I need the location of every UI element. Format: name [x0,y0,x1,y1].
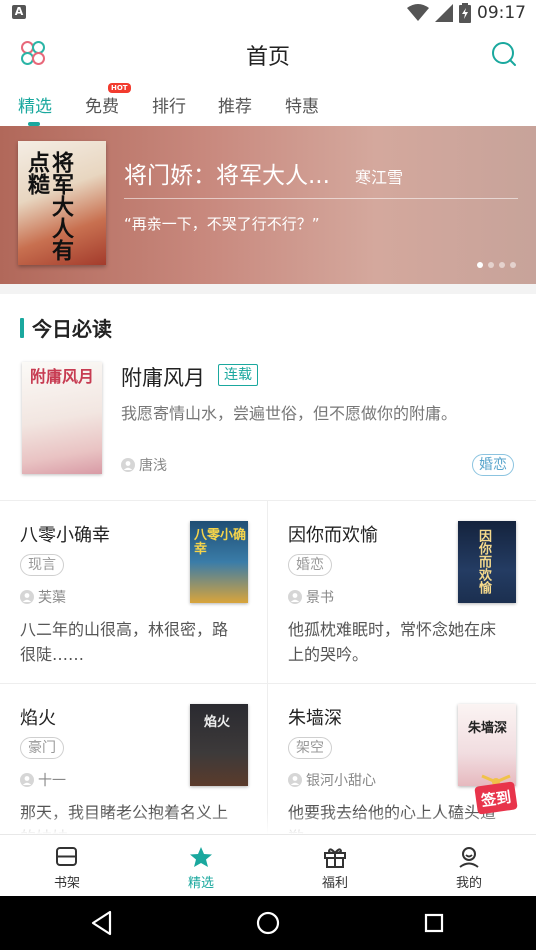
clock: 09:17 [477,3,526,23]
banner-book-title[interactable]: 将门娇：将军大人... [124,156,330,190]
featured-book-author: 唐浅 [121,455,167,475]
genre-tag[interactable]: 架空 [288,737,332,759]
author-icon [288,773,302,787]
gift-box-icon: 签到 [474,774,518,815]
book-title[interactable]: 因你而欢愉 [288,521,378,547]
featured-book-title[interactable]: 附庸风月 [121,362,205,392]
back-icon[interactable] [88,909,116,937]
status-bar: A 09:17 [0,0,536,26]
book-title[interactable]: 朱墙深 [288,704,342,730]
cover-text: 焰火 [204,715,231,730]
genre-tag[interactable]: 现言 [20,554,64,576]
section-title: 今日必读 [32,317,112,341]
author-icon [288,590,302,604]
banner-author: 寒江雪 [355,168,404,187]
banner-divider [124,198,518,199]
screen: A 09:17 首页 精选 免费 HOT 排行 推荐 特惠 将军大人有点糙 将门… [0,0,536,950]
app-header: 首页 [0,26,536,82]
banner-quote: “再亲一下，不哭了行不行？” [124,215,320,233]
section-spacer [0,284,536,294]
genre-tag[interactable]: 婚恋 [288,554,332,576]
author-name: 唐浅 [139,458,167,474]
carousel-dot [499,262,505,268]
tab-featured[interactable]: 精选 [18,92,52,117]
recents-icon[interactable] [420,909,448,937]
nav-item-featured[interactable]: 精选 [134,835,268,897]
book-author: 景书 [288,587,334,607]
carousel-dot [510,262,516,268]
system-nav-bar [0,896,536,950]
scroll-fade [0,812,536,834]
user-icon [459,847,479,868]
tab-ranking[interactable]: 排行 [152,92,186,117]
featured-cover-text: 附庸风月 [30,367,95,386]
nav-label: 精选 [187,876,214,891]
nav-label: 我的 [455,876,482,891]
banner-cover-text: 将军大人有点糙 [24,151,73,261]
nav-label: 书架 [53,876,80,891]
book-author: 银河小甜心 [288,770,376,790]
status-icons: 09:17 [407,2,526,24]
section-marker [20,318,24,338]
tab-free[interactable]: 免费 [85,92,119,117]
gift-icon [324,848,346,868]
signin-badge[interactable]: 签到 [472,770,520,816]
nav-item-bookshelf[interactable]: 书架 [0,835,134,897]
author-icon [20,773,34,787]
author-name: 银河小甜心 [306,773,376,789]
page-title: 首页 [245,45,290,70]
hot-badge: HOT [108,83,131,93]
book-description: 八二年的山很高，林很密，路很陡…… [20,620,229,664]
book-card[interactable]: 因你而欢愉 婚恋 景书 他孤枕难眠时，常怀念她在床上的哭吟。 因你而欢愉 [268,501,535,683]
book-card[interactable]: 八零小确幸 现言 芙蕖 八二年的山很高，林很密，路很陡…… 八零小确幸 [0,501,267,683]
bookshelf-icon [56,847,77,866]
carousel-dot [488,262,494,268]
cell-signal-icon [435,4,453,22]
author-name: 十一 [38,773,66,789]
author-icon [20,590,34,604]
cover-text: 因你而欢愉 [476,529,491,594]
featured-book-description: 我愿寄情山水，尝遍世俗，但不愿做你的附庸。 [121,404,458,423]
banner-carousel[interactable]: 将军大人有点糙 将门娇：将军大人... 寒江雪 “再亲一下，不哭了行不行？” [0,126,536,284]
book-cover[interactable]: 八零小确幸 [190,521,248,603]
star-icon [190,847,212,867]
bottom-nav: 书架 精选 福利 我的 [0,834,536,896]
author-name: 景书 [306,590,334,606]
carousel-indicator [477,262,516,268]
tab-recommend[interactable]: 推荐 [218,92,252,117]
battery-icon [459,3,471,23]
status-badge: 连载 [218,364,258,386]
search-icon[interactable] [490,40,518,68]
book-author: 芙蕖 [20,587,66,607]
nav-label: 福利 [321,876,348,891]
banner-book-cover[interactable]: 将军大人有点糙 [18,141,106,265]
nav-item-profile[interactable]: 我的 [402,835,536,897]
cover-text: 朱墙深 [468,721,508,736]
category-tabs: 精选 免费 HOT 排行 推荐 特惠 [0,82,536,126]
cover-text: 八零小确幸 [194,528,247,557]
genre-tag[interactable]: 豪门 [20,737,64,759]
author-name: 芙蕖 [38,590,66,606]
featured-book-cover[interactable]: 附庸风月 [22,362,102,474]
home-icon[interactable] [254,909,282,937]
tab-discount[interactable]: 特惠 [285,92,319,117]
book-description: 他孤枕难眠时，常怀念她在床上的哭吟。 [288,620,497,664]
book-title[interactable]: 八零小确幸 [20,521,110,547]
book-title[interactable]: 焰火 [20,704,56,730]
author-icon [121,458,135,472]
carousel-dot [477,262,483,268]
book-author: 十一 [20,770,66,790]
wifi-icon [407,4,429,21]
nav-item-benefits[interactable]: 福利 [268,835,402,897]
book-cover[interactable]: 因你而欢愉 [458,521,516,603]
notification-icon: A [12,5,26,19]
genre-tag[interactable]: 婚恋 [472,454,514,476]
book-cover[interactable]: 焰火 [190,704,248,786]
